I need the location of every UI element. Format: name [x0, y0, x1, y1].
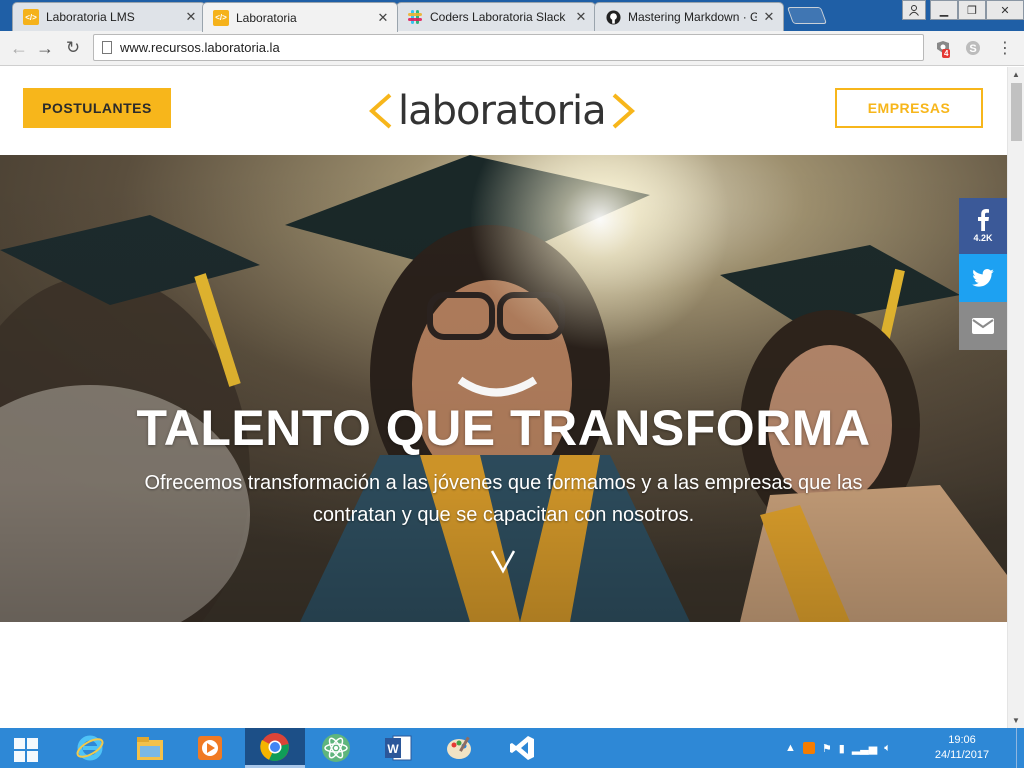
facebook-share-count: 4.2K: [973, 233, 993, 243]
left-bracket-icon: [368, 93, 392, 129]
system-tray: ▲ ⚑ ▮ ▂▃▅ 🔈︎: [785, 728, 891, 768]
envelope-icon: [972, 318, 994, 334]
new-tab-button[interactable]: [786, 7, 828, 24]
chrome-icon[interactable]: [245, 728, 305, 768]
taskbar-clock[interactable]: 19:06 24/11/2017: [932, 733, 992, 763]
hero-section: TALENTO QUE TRANSFORMA Ofrecemos transfo…: [0, 155, 1007, 622]
twitter-share-button[interactable]: [959, 254, 1007, 302]
chevron-down-icon[interactable]: [488, 545, 518, 575]
twitter-icon: [972, 269, 994, 287]
page-scrollbar[interactable]: ▲ ▼: [1007, 67, 1024, 728]
tab-close-icon[interactable]: ✕: [185, 9, 197, 25]
hero-subtitle: Ofrecemos transformación a las jóvenes q…: [144, 472, 863, 526]
forward-arrow-icon[interactable]: →: [34, 37, 56, 59]
paint-icon[interactable]: [430, 728, 490, 768]
close-window-button[interactable]: ✕: [986, 0, 1024, 20]
share-bar: 4.2K: [959, 198, 1007, 350]
email-share-button[interactable]: [959, 302, 1007, 350]
minimize-button[interactable]: ▁: [930, 0, 958, 20]
tab-close-icon[interactable]: ✕: [377, 10, 389, 26]
windows-start-icon[interactable]: [14, 738, 38, 762]
tab-title: Laboratoria LMS: [46, 10, 135, 24]
tab-coders-slack[interactable]: Coders Laboratoria Slack ✕: [396, 2, 596, 31]
reload-icon[interactable]: ↻: [62, 37, 84, 59]
svg-text:S: S: [969, 43, 976, 55]
page-viewport: POSTULANTES laboratoria EMPRESAS TALENTO…: [0, 67, 1007, 728]
right-bracket-icon: [612, 93, 635, 129]
postulantes-button[interactable]: POSTULANTES: [23, 88, 171, 128]
tab-title: Laboratoria: [236, 10, 297, 25]
file-explorer-icon[interactable]: [120, 728, 180, 768]
tab-laboratoria-lms[interactable]: </> Laboratoria LMS ✕: [12, 2, 206, 31]
skype-icon[interactable]: S: [962, 37, 984, 59]
empresas-button[interactable]: EMPRESAS: [835, 88, 983, 128]
laboratoria-favicon-icon: </>: [213, 9, 229, 26]
scroll-down-icon[interactable]: ▼: [1012, 716, 1020, 725]
internet-explorer-icon[interactable]: [60, 728, 120, 768]
facebook-share-button[interactable]: 4.2K: [959, 198, 1007, 254]
url-text: www.recursos.laboratoria.la: [120, 40, 280, 55]
atom-icon[interactable]: [306, 728, 366, 768]
volume-icon[interactable]: 🔈︎: [884, 742, 891, 755]
site-header: POSTULANTES laboratoria EMPRESAS: [0, 67, 1007, 155]
clock-time: 19:06: [948, 734, 976, 746]
github-icon: [605, 9, 621, 25]
tray-expand-icon[interactable]: ▲: [785, 742, 796, 754]
back-arrow-icon[interactable]: ←: [8, 37, 30, 59]
tab-mastering-markdown[interactable]: Mastering Markdown · G ✕: [594, 2, 784, 31]
clock-date: 24/11/2017: [934, 749, 990, 761]
tab-close-icon[interactable]: ✕: [763, 9, 775, 25]
window-controls: ▁ ❐ ✕: [902, 0, 1024, 20]
menu-icon[interactable]: ⋮: [994, 37, 1016, 59]
address-bar[interactable]: www.recursos.laboratoria.la: [93, 34, 924, 61]
svg-text:W: W: [387, 742, 399, 756]
user-icon[interactable]: [902, 0, 926, 20]
scrollbar-thumb[interactable]: [1011, 83, 1022, 141]
laboratoria-logo[interactable]: laboratoria: [368, 85, 640, 137]
laboratoria-favicon-icon: </>: [23, 9, 39, 25]
facebook-icon: [978, 209, 989, 231]
browser-toolbar: ← → ↻ www.recursos.laboratoria.la 4 S ⋮: [0, 31, 1024, 66]
logo-wordmark: laboratoria: [398, 88, 607, 134]
vscode-icon[interactable]: [492, 728, 552, 768]
word-icon[interactable]: W: [368, 728, 428, 768]
tab-close-icon[interactable]: ✕: [575, 9, 587, 25]
windows-taskbar: W ▲ ⚑ ▮ ▂▃▅ 🔈︎ 19:06 24/11/2017: [0, 728, 1024, 768]
hero-title: TALENTO QUE TRANSFORMA: [136, 400, 871, 456]
extension-badge: 4: [942, 49, 951, 58]
tab-laboratoria[interactable]: </> Laboratoria ✕: [202, 2, 398, 32]
browser-tab-strip: </> Laboratoria LMS ✕ </> Laboratoria ✕ …: [0, 0, 1024, 32]
tab-title: Coders Laboratoria Slack: [430, 10, 566, 24]
media-player-icon[interactable]: [180, 728, 240, 768]
tab-title: Mastering Markdown · G: [628, 10, 757, 24]
slack-icon: [407, 9, 423, 25]
network-icon[interactable]: ▂▃▅: [852, 742, 877, 755]
extension-icon[interactable]: 4: [932, 37, 954, 59]
avast-icon[interactable]: [802, 742, 815, 754]
restore-button[interactable]: ❐: [958, 0, 986, 20]
flag-icon[interactable]: ⚑: [822, 742, 832, 755]
scroll-up-icon[interactable]: ▲: [1012, 70, 1020, 79]
show-desktop-button[interactable]: [1016, 728, 1024, 768]
page-icon: [102, 41, 112, 54]
power-icon[interactable]: ▮: [839, 742, 845, 755]
